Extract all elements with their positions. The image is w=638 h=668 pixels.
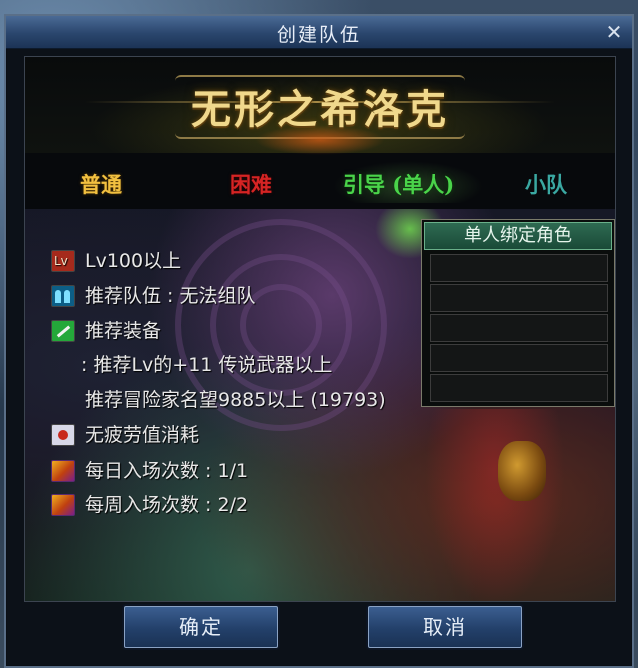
equipment-icon: [51, 320, 75, 342]
bind-panel-header: 单人绑定角色: [424, 222, 612, 250]
cancel-button[interactable]: 取消: [368, 606, 522, 648]
fatigue-info-text: 无疲劳值消耗: [85, 424, 200, 446]
level-icon: [51, 250, 75, 272]
close-icon[interactable]: ✕: [604, 22, 624, 42]
level-requirement-text: Lv100以上: [85, 250, 182, 272]
bind-character-slot[interactable]: [430, 284, 608, 312]
artwork-character-hair: [425, 409, 565, 601]
team-icon: [51, 285, 75, 307]
tab-hard[interactable]: 困难: [230, 169, 272, 199]
tab-normal[interactable]: 普通: [80, 169, 122, 199]
create-team-window: 创建队伍 ✕ 无形之希洛克 普通 困难 引导 (单人) 小队 Lv Lv100以…: [4, 14, 634, 668]
title-bar: 创建队伍 ✕: [6, 16, 632, 49]
difficulty-tabs: 普通 困难 引导 (单人) 小队: [25, 155, 615, 210]
bind-character-slot[interactable]: [430, 314, 608, 342]
ticket-icon: [51, 460, 75, 482]
dungeon-banner: 无形之希洛克: [25, 57, 615, 155]
tab-guide-solo[interactable]: 引导 (单人): [343, 169, 454, 199]
bind-character-slot[interactable]: [430, 254, 608, 282]
tab-team[interactable]: 小队: [525, 169, 567, 199]
dungeon-panel: 无形之希洛克 普通 困难 引导 (单人) 小队 Lv100以上 推荐队伍 :: [24, 56, 616, 602]
dialog-buttons: 确定 取消: [6, 606, 632, 656]
ticket-icon: [51, 494, 75, 516]
solo-bind-panel: 单人绑定角色: [421, 219, 615, 407]
artwork-orb: [498, 441, 546, 501]
bind-character-slot[interactable]: [430, 344, 608, 372]
window-title: 创建队伍: [276, 24, 361, 46]
dungeon-title: 无形之希洛克: [191, 86, 449, 133]
team-recommendation-text: 推荐队伍 : 无法组队: [85, 285, 256, 307]
confirm-button[interactable]: 确定: [124, 606, 278, 648]
equipment-recommendation-text: 推荐装备: [85, 320, 162, 342]
fatigue-icon: [51, 424, 75, 446]
reputation-recommendation: 推荐冒险家名望9885以上 (19793): [85, 389, 386, 411]
bind-character-slot[interactable]: [430, 374, 608, 402]
equipment-detail: : 推荐Lv的+11 传说武器以上: [81, 354, 333, 376]
daily-entries-text: 每日入场次数 : 1/1: [85, 460, 249, 482]
weekly-entries-text: 每周入场次数 : 2/2: [85, 494, 249, 516]
